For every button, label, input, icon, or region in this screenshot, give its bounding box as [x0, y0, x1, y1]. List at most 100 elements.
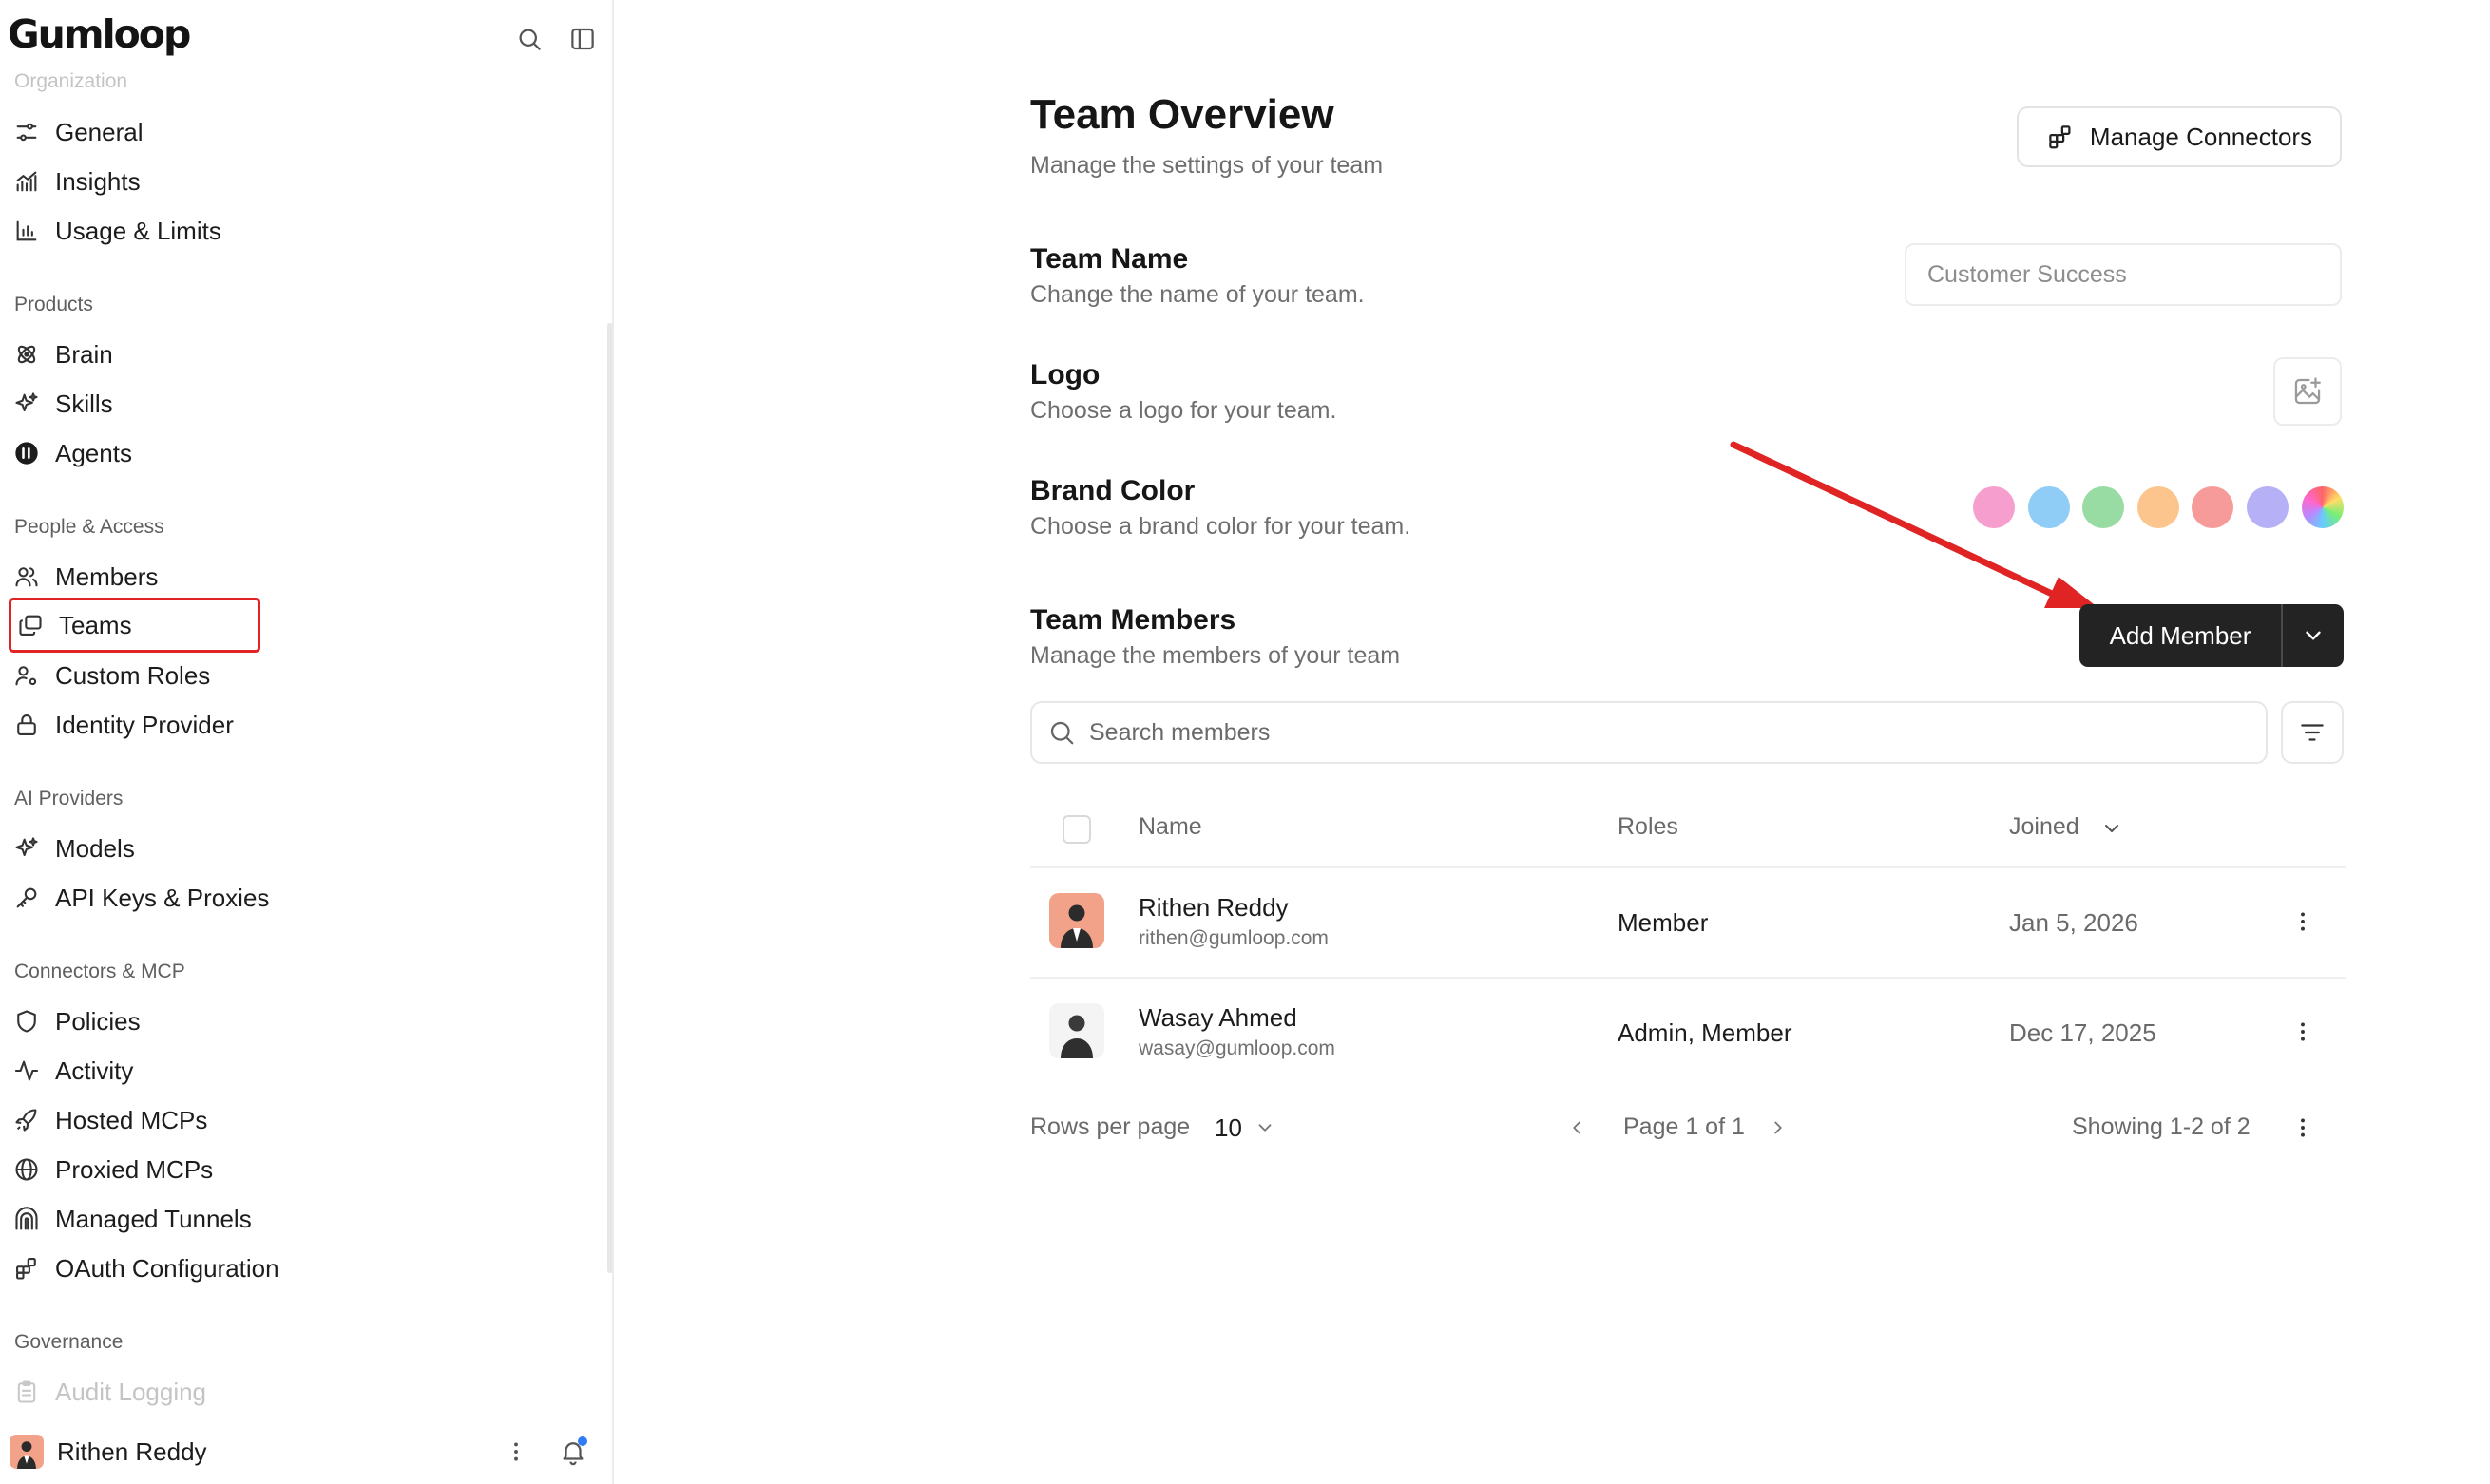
sidebar-item-general[interactable]: General	[13, 111, 144, 153]
column-header-name[interactable]: Name	[1139, 813, 1202, 841]
image-plus-icon	[2291, 375, 2324, 408]
bar-chart-icon	[13, 218, 40, 244]
brand-color-description: Choose a brand color for your team.	[1030, 513, 1411, 540]
sidebar: Gumloop Organization General Insights Us…	[0, 0, 614, 1484]
sidebar-item-identity-provider[interactable]: Identity Provider	[13, 704, 234, 746]
team-name-input[interactable]	[1905, 243, 2342, 306]
sidebar-item-label: OAuth Configuration	[55, 1253, 279, 1283]
member-name: Wasay Ahmed	[1139, 1003, 1297, 1032]
blocks-icon	[2046, 123, 2075, 151]
notification-dot	[578, 1436, 587, 1446]
section-label-ai-providers: AI Providers	[14, 788, 124, 809]
column-header-roles[interactable]: Roles	[1618, 813, 1678, 841]
sidebar-item-brain[interactable]: Brain	[13, 333, 113, 375]
sidebar-item-label: Hosted MCPs	[55, 1105, 208, 1134]
sidebar-item-custom-roles[interactable]: Custom Roles	[13, 655, 210, 696]
users-icon	[13, 563, 40, 590]
sidebar-item-api-keys[interactable]: API Keys & Proxies	[13, 877, 269, 919]
chart-trend-icon	[13, 168, 40, 195]
column-header-joined[interactable]: Joined	[2009, 813, 2079, 841]
more-vertical-icon[interactable]	[2290, 909, 2315, 934]
user-menu[interactable]: Rithen Reddy	[10, 1433, 599, 1471]
sidebar-item-policies[interactable]: Policies	[13, 1000, 141, 1042]
color-swatch-purple[interactable]	[2247, 486, 2289, 528]
sidebar-item-agents[interactable]: Agents	[13, 432, 132, 474]
add-member-button[interactable]: Add Member	[2079, 604, 2281, 667]
search-icon[interactable]	[515, 25, 544, 53]
sidebar-item-label: Managed Tunnels	[55, 1204, 252, 1233]
showing-count: Showing 1-2 of 2	[2072, 1113, 2251, 1140]
search-members-input[interactable]	[1089, 718, 2182, 747]
more-vertical-icon[interactable]	[2290, 1019, 2315, 1044]
chevron-right-icon[interactable]	[1768, 1117, 1789, 1138]
key-icon	[13, 885, 40, 911]
member-joined-date: Jan 5, 2026	[2009, 908, 2138, 937]
rows-per-page-label: Rows per page	[1030, 1113, 1191, 1140]
manage-connectors-button[interactable]: Manage Connectors	[2017, 106, 2342, 167]
rows-per-page-select[interactable]: 10	[1215, 1113, 1242, 1143]
user-avatar	[10, 1435, 44, 1469]
section-label-products: Products	[14, 294, 93, 315]
teams-icon	[17, 612, 44, 638]
team-members-description: Manage the members of your team	[1030, 642, 1401, 669]
sidebar-item-hosted-mcps[interactable]: Hosted MCPs	[13, 1099, 207, 1141]
sidebar-item-skills[interactable]: Skills	[13, 383, 113, 425]
sidebar-item-label: Policies	[55, 1006, 141, 1036]
logo-title: Logo	[1030, 359, 1101, 390]
page-indicator: Page 1 of 1	[1623, 1113, 1745, 1140]
chevron-down-icon	[2301, 623, 2326, 648]
sparkles-icon	[13, 390, 40, 417]
color-swatch-red[interactable]	[2192, 486, 2233, 528]
select-all-checkbox[interactable]	[1063, 815, 1091, 844]
sidebar-item-audit-logging[interactable]: Audit Logging	[13, 1371, 206, 1413]
section-label-governance: Governance	[14, 1331, 124, 1353]
member-search	[1030, 701, 2268, 764]
sidebar-item-label: Identity Provider	[55, 710, 234, 739]
sidebar-item-teams[interactable]: Teams	[9, 598, 260, 653]
sidebar-item-managed-tunnels[interactable]: Managed Tunnels	[13, 1198, 252, 1240]
chevron-down-icon[interactable]	[1255, 1117, 1275, 1138]
sidebar-item-label: Activity	[55, 1056, 134, 1085]
filter-button[interactable]	[2281, 701, 2344, 764]
tunnel-icon	[13, 1206, 40, 1232]
member-avatar	[1049, 1003, 1104, 1058]
sidebar-item-insights[interactable]: Insights	[13, 161, 141, 202]
team-name-title: Team Name	[1030, 243, 1189, 275]
sidebar-item-activity[interactable]: Activity	[13, 1050, 133, 1092]
color-swatch-custom[interactable]	[2302, 486, 2344, 528]
logo-upload-button[interactable]	[2273, 357, 2342, 426]
section-label-people-access: People & Access	[14, 516, 164, 538]
color-swatch-orange[interactable]	[2137, 486, 2179, 528]
sidebar-item-proxied-mcps[interactable]: Proxied MCPs	[13, 1149, 213, 1190]
chevron-left-icon[interactable]	[1566, 1117, 1587, 1138]
member-roles: Member	[1618, 908, 1709, 937]
sidebar-item-oauth-configuration[interactable]: OAuth Configuration	[13, 1247, 279, 1289]
add-member-split-button: Add Member	[2079, 604, 2344, 667]
more-vertical-icon[interactable]	[504, 1439, 528, 1464]
section-label-organization: Organization	[14, 70, 128, 92]
team-name-description: Change the name of your team.	[1030, 281, 1365, 308]
more-vertical-icon[interactable]	[2290, 1115, 2315, 1140]
gumloop-logo[interactable]: Gumloop	[8, 11, 191, 57]
sidebar-item-usage-limits[interactable]: Usage & Limits	[13, 210, 221, 252]
globe-icon	[13, 1156, 40, 1183]
table-divider	[1030, 866, 2346, 868]
activity-icon	[13, 1057, 40, 1084]
sidebar-toggle-icon[interactable]	[568, 25, 597, 53]
sort-chevron-icon[interactable]	[2100, 817, 2123, 840]
sidebar-item-members[interactable]: Members	[13, 556, 158, 598]
brain-icon	[13, 341, 40, 368]
section-label-connectors-mcp: Connectors & MCP	[14, 961, 185, 982]
member-roles: Admin, Member	[1618, 1018, 1792, 1047]
sidebar-item-models[interactable]: Models	[13, 828, 135, 869]
lock-icon	[13, 712, 40, 738]
clipboard-icon	[13, 1379, 40, 1405]
sidebar-item-label: Custom Roles	[55, 660, 211, 690]
sidebar-scrollbar[interactable]	[607, 323, 612, 1273]
filter-icon	[2298, 718, 2327, 747]
sidebar-item-label: Audit Logging	[55, 1377, 207, 1406]
member-email: wasay@gumloop.com	[1139, 1037, 1335, 1059]
brand-color-title: Brand Color	[1030, 475, 1196, 506]
sidebar-item-label: Models	[55, 833, 135, 863]
add-member-dropdown[interactable]	[2283, 623, 2344, 648]
